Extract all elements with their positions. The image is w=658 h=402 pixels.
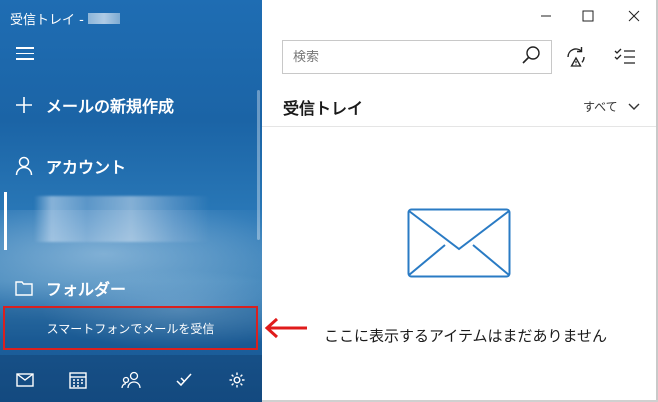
red-arrow-annotation — [264, 317, 307, 339]
calendar-icon[interactable] — [67, 369, 89, 391]
folder-label: フォルダー — [46, 280, 127, 299]
selection-mode-button[interactable] — [612, 44, 638, 70]
smartphone-label: スマートフォンでメールを受信 — [46, 321, 215, 336]
window-title: 受信トレイ - — [10, 9, 120, 28]
maximize-icon — [582, 10, 594, 22]
scrollbar[interactable] — [257, 90, 260, 240]
mail-icon[interactable] — [14, 369, 36, 391]
search-box[interactable] — [282, 40, 552, 74]
accounts-button[interactable]: アカウント — [14, 154, 126, 178]
minimize-button[interactable] — [531, 6, 561, 26]
filter-dropdown[interactable]: すべて — [583, 98, 640, 115]
close-icon — [628, 10, 640, 22]
account-label: アカウント — [46, 158, 127, 177]
chevron-down-icon — [628, 103, 640, 110]
selected-account-indicator — [4, 192, 7, 250]
close-button[interactable] — [619, 6, 649, 26]
todo-icon[interactable] — [173, 369, 195, 391]
search-input[interactable] — [293, 49, 521, 65]
filter-label: すべて — [583, 100, 618, 114]
new-mail-button[interactable]: メールの新規作成 — [14, 93, 174, 117]
account-entry-redacted[interactable] — [34, 196, 210, 242]
divider — [262, 126, 658, 127]
get-mail-on-smartphone-button[interactable]: スマートフォンでメールを受信 — [3, 306, 258, 350]
hamburger-menu-icon[interactable] — [16, 47, 34, 61]
folder-icon — [14, 278, 34, 298]
account-name-redacted — [87, 13, 120, 24]
minimize-icon — [541, 15, 551, 17]
app-switcher-bar — [0, 358, 262, 402]
plus-icon — [14, 95, 34, 115]
people-icon[interactable] — [120, 369, 142, 391]
person-icon — [14, 156, 34, 176]
sync-icon — [567, 47, 585, 67]
folders-button[interactable]: フォルダー — [14, 276, 126, 300]
empty-state-message: ここに表示するアイテムはまだありません — [324, 327, 608, 345]
gear-icon[interactable] — [226, 369, 248, 391]
checklist-icon — [614, 48, 635, 64]
maximize-button[interactable] — [573, 6, 603, 26]
folder-title: 受信トレイ — [283, 99, 364, 118]
navigation-pane: 受信トレイ - メールの新規作成 アカウント フォルダー スマートフォンでメール… — [0, 0, 262, 402]
sync-button[interactable] — [563, 44, 589, 70]
empty-mailbox-envelope-icon — [407, 208, 511, 278]
search-icon[interactable] — [521, 45, 541, 69]
window-title-text: 受信トレイ - — [10, 13, 84, 28]
new-mail-label: メールの新規作成 — [46, 97, 175, 116]
